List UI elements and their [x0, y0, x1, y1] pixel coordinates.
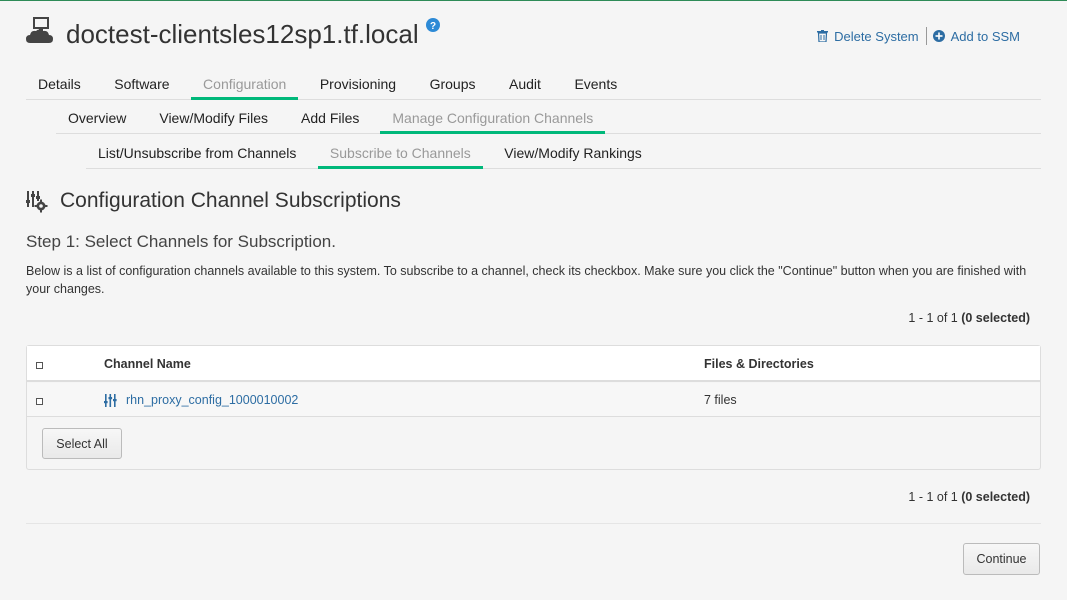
pager-top: 1 - 1 of 1 (0 selected)	[908, 311, 1030, 325]
delete-system-label: Delete System	[834, 28, 919, 44]
column-header-channel-name[interactable]: Channel Name	[104, 357, 191, 371]
tab-software[interactable]: Software	[102, 74, 181, 99]
configuration-subtabs: Overview View/Modify Files Add Files Man…	[56, 108, 1041, 134]
channel-link[interactable]: rhn_proxy_config_1000010002	[126, 393, 298, 407]
step-title: Step 1: Select Channels for Subscription…	[26, 232, 336, 251]
question-circle-icon[interactable]: ?	[426, 18, 440, 32]
pager-range: 1 - 1 of 1	[908, 311, 962, 325]
channel-subtabs: List/Unsubscribe from Channels Subscribe…	[86, 143, 1041, 169]
channels-table: Channel Name Files & Directories rhn_pro…	[26, 345, 1041, 470]
select-all-button[interactable]: Select All	[42, 428, 122, 459]
section-title: Configuration Channel Subscriptions	[60, 189, 401, 212]
tab-configuration[interactable]: Configuration	[191, 74, 299, 100]
tab-audit[interactable]: Audit	[497, 74, 553, 99]
tab-view-modify-rankings[interactable]: View/Modify Rankings	[492, 143, 653, 168]
section-header: Configuration Channel Subscriptions	[26, 188, 401, 214]
tab-view-modify-files[interactable]: View/Modify Files	[147, 108, 280, 133]
tab-groups[interactable]: Groups	[418, 74, 488, 99]
tab-events[interactable]: Events	[562, 74, 629, 99]
continue-button[interactable]: Continue	[963, 543, 1040, 575]
pager-selected-count: (0 selected)	[961, 490, 1030, 504]
table-header: Channel Name Files & Directories	[27, 346, 1040, 382]
channel-name-cell: rhn_proxy_config_1000010002	[104, 393, 298, 407]
row-checkbox[interactable]	[36, 398, 43, 405]
config-channel-gear-icon	[26, 191, 48, 213]
header-actions: Delete System Add to SSM	[817, 27, 1020, 45]
divider	[26, 523, 1041, 524]
cloud-monitor-icon	[26, 17, 53, 43]
tab-provisioning[interactable]: Provisioning	[308, 74, 408, 99]
system-tabs: Details Software Configuration Provision…	[26, 74, 1041, 100]
column-header-files: Files & Directories	[704, 357, 814, 371]
step-description: Below is a list of configuration channel…	[26, 264, 1027, 296]
pager-range: 1 - 1 of 1	[908, 490, 962, 504]
tab-subscribe-to-channels[interactable]: Subscribe to Channels	[317, 143, 483, 169]
pager-selected-count: (0 selected)	[961, 311, 1030, 325]
delete-system-link[interactable]: Delete System	[817, 29, 919, 44]
system-header: doctest-clientsles12sp1.tf.local ? Delet…	[26, 15, 1041, 55]
plus-circle-icon	[932, 30, 945, 42]
files-cell: 7 files	[704, 393, 737, 407]
table-row: rhn_proxy_config_1000010002 7 files	[27, 383, 1040, 417]
action-separator	[925, 27, 927, 45]
add-to-ssm-link[interactable]: Add to SSM	[932, 28, 1020, 44]
trash-icon	[817, 30, 829, 42]
pager-bottom: 1 - 1 of 1 (0 selected)	[908, 490, 1030, 504]
select-all-checkbox[interactable]	[36, 362, 43, 369]
svg-text:?: ?	[430, 21, 436, 32]
add-to-ssm-label: Add to SSM	[950, 28, 1020, 44]
page-title: doctest-clientsles12sp1.tf.local	[66, 19, 419, 49]
config-channel-icon	[104, 393, 117, 407]
tab-list-unsubscribe[interactable]: List/Unsubscribe from Channels	[86, 143, 308, 168]
tab-manage-configuration-channels[interactable]: Manage Configuration Channels	[380, 108, 606, 134]
tab-details[interactable]: Details	[26, 74, 93, 99]
tab-add-files[interactable]: Add Files	[289, 108, 371, 133]
tab-overview[interactable]: Overview	[56, 108, 138, 133]
